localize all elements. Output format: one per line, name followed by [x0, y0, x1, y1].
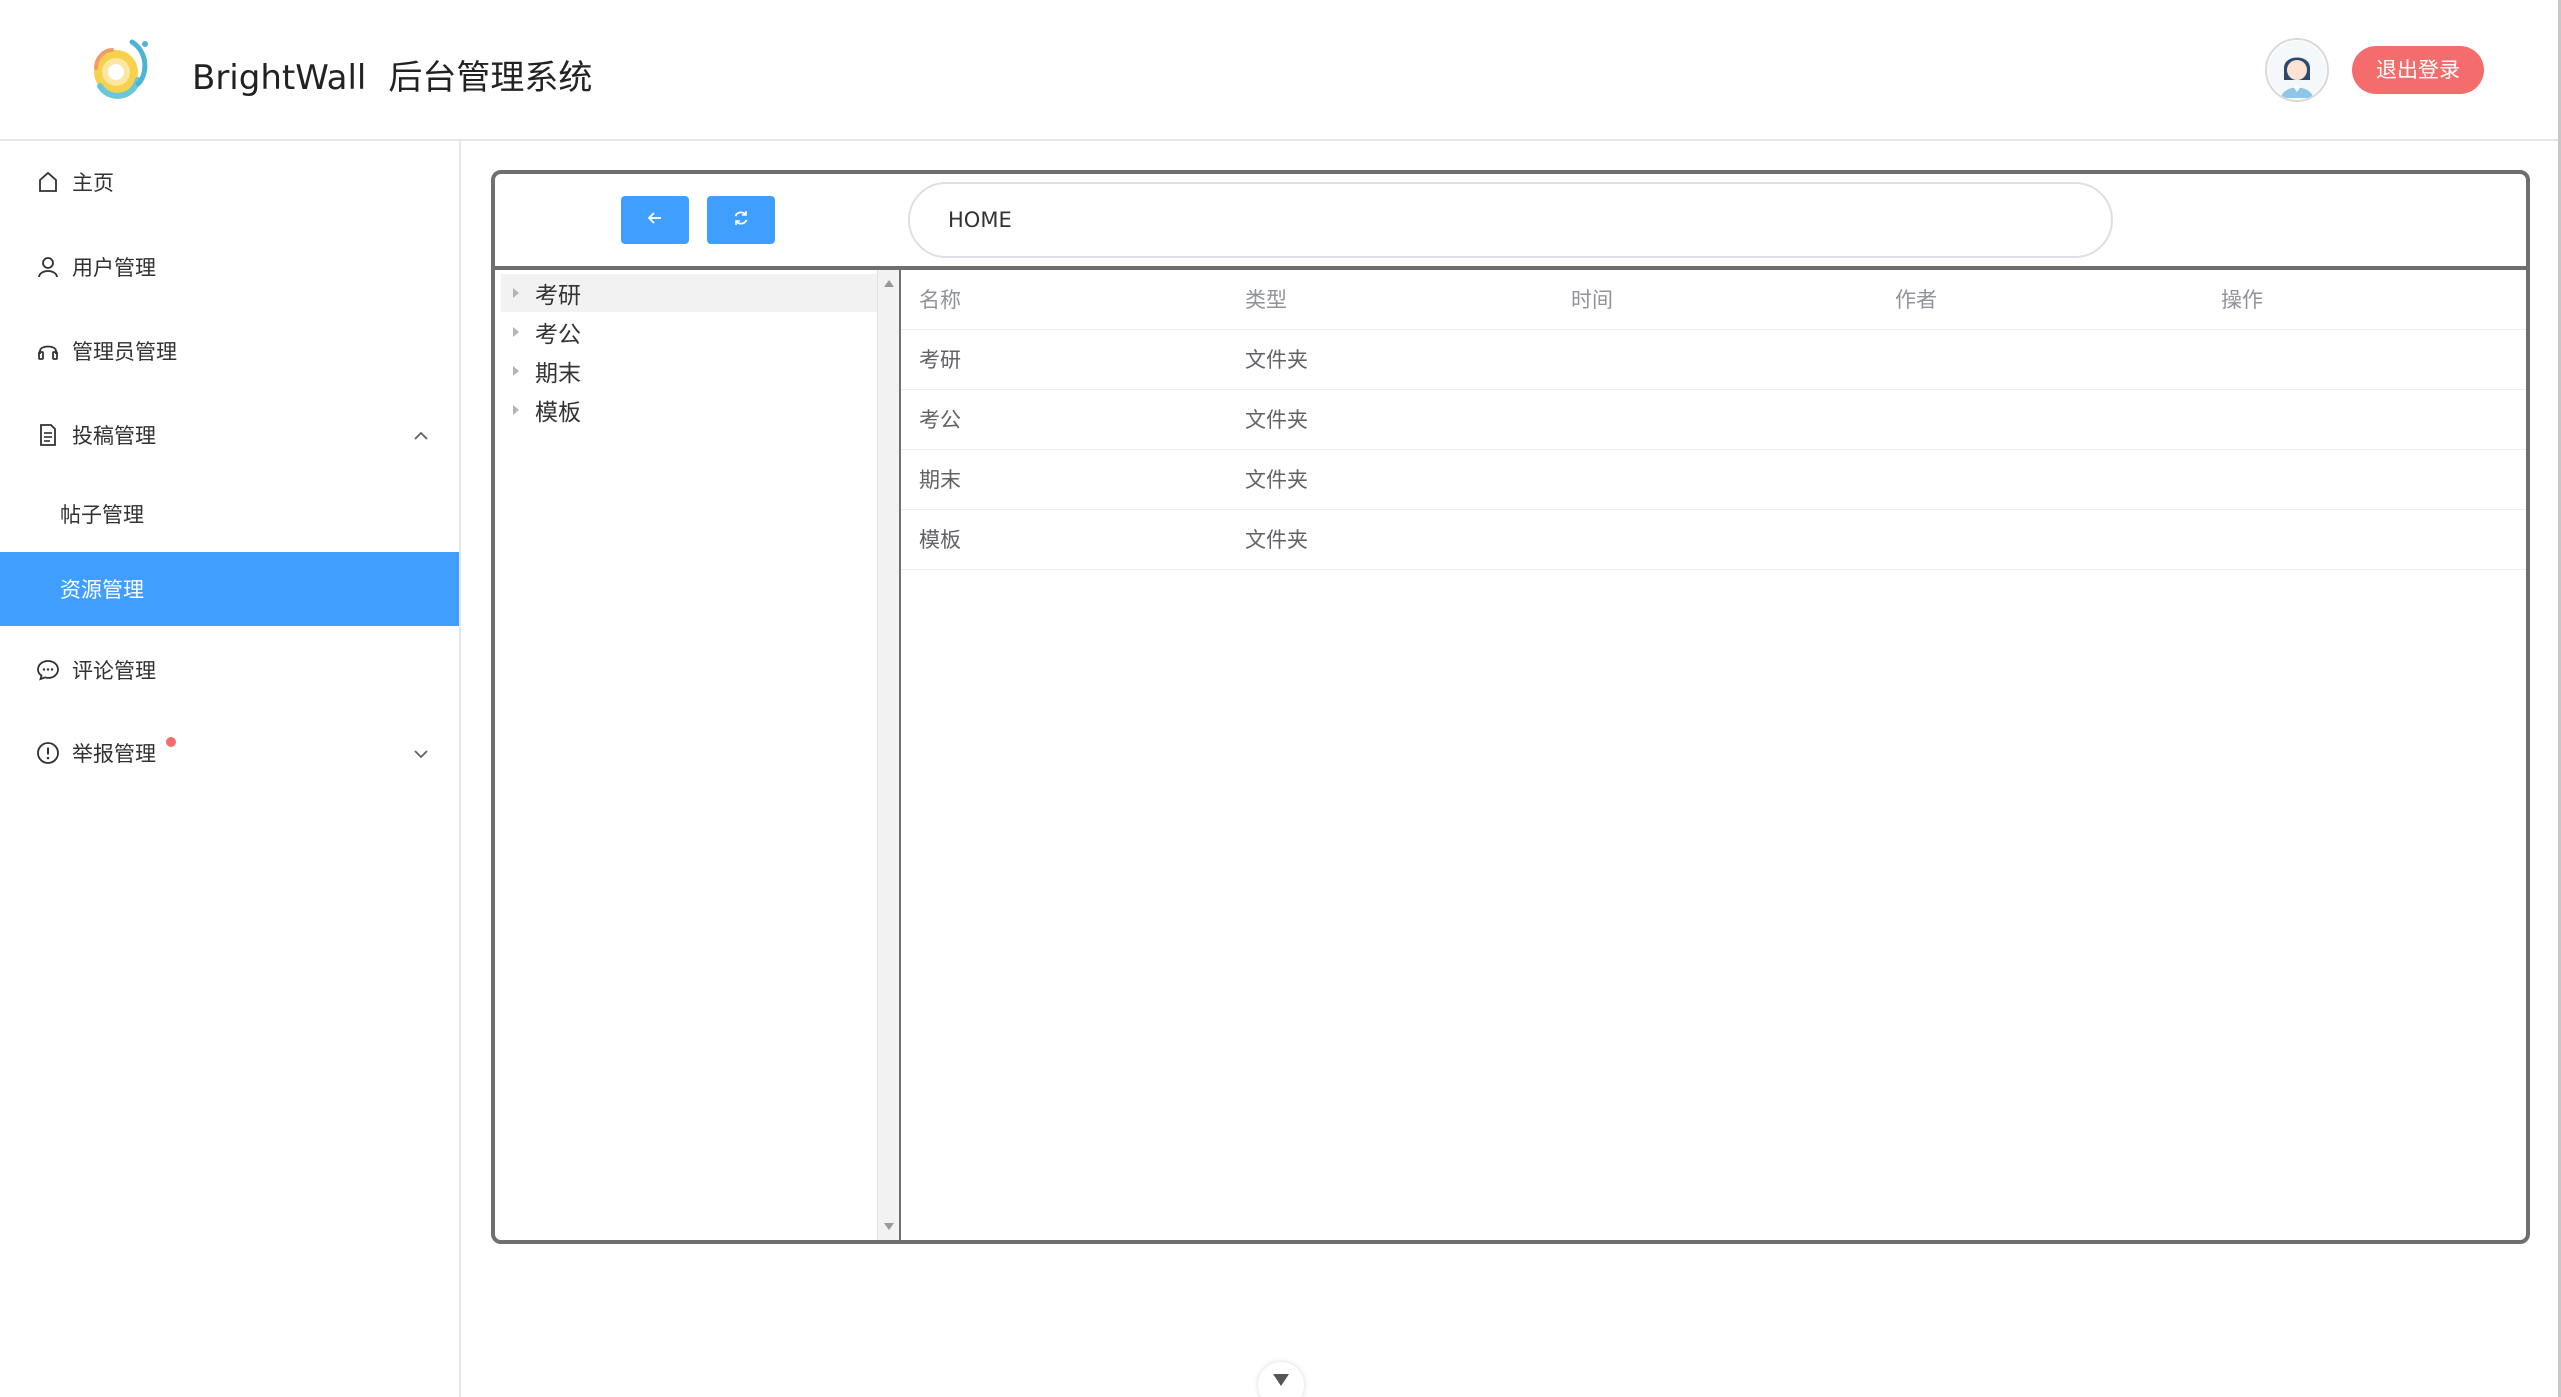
- chevron-up-icon: [412, 426, 430, 444]
- column-header-name: 名称: [919, 288, 961, 312]
- tree-node[interactable]: 考研: [501, 274, 877, 312]
- sidebar-item-label: 主页: [72, 171, 114, 195]
- cell-name: 考公: [919, 408, 961, 432]
- tree-node[interactable]: 考公: [501, 313, 877, 351]
- tree-node-label: 期末: [535, 361, 581, 387]
- caret-right-icon[interactable]: [513, 327, 519, 337]
- sidebar-item-submissions[interactable]: 投稿管理: [0, 397, 459, 473]
- app-header: BrightWall 后台管理系统 退出登录: [0, 0, 2561, 141]
- warning-icon: [36, 741, 60, 765]
- sidebar-subitem-label: 资源管理: [60, 578, 144, 602]
- user-avatar-icon[interactable]: [2265, 38, 2329, 102]
- sidebar-item-users[interactable]: 用户管理: [0, 229, 459, 305]
- notification-badge-dot: [166, 737, 176, 747]
- sidebar-item-label: 管理员管理: [72, 340, 177, 364]
- caret-right-icon[interactable]: [513, 405, 519, 415]
- sidebar-subitem-label: 帖子管理: [60, 503, 144, 527]
- sidebar-subitem-resources[interactable]: 资源管理: [0, 552, 459, 626]
- refresh-icon: [731, 208, 751, 232]
- file-manager-panel: HOME 考研 考公 期末 模板 名称 类型 时间 作者 操作 考研 文件夹 考…: [491, 170, 2530, 1244]
- table-row[interactable]: 模板 文件夹: [901, 510, 2526, 570]
- sidebar-item-home[interactable]: 主页: [0, 144, 459, 220]
- scroll-down-arrow-icon[interactable]: [884, 1223, 894, 1230]
- sidebar-item-label: 举报管理: [72, 742, 156, 766]
- back-button[interactable]: [621, 196, 689, 244]
- app-name: BrightWall: [192, 58, 367, 98]
- tree-node[interactable]: 模板: [501, 391, 877, 429]
- sidebar-subitem-posts[interactable]: 帖子管理: [0, 477, 459, 551]
- column-header-type: 类型: [1245, 288, 1287, 312]
- file-toolbar: HOME: [495, 174, 2526, 270]
- table-row[interactable]: 考公 文件夹: [901, 390, 2526, 450]
- sidebar: 主页 用户管理 管理员管理 投稿管理 帖子管理 资源管理 评论管理 举报管理: [0, 141, 461, 1397]
- cell-type: 文件夹: [1245, 528, 1308, 552]
- column-header-actions: 操作: [2221, 288, 2263, 312]
- app-subtitle: 后台管理系统: [388, 58, 593, 98]
- caret-right-icon[interactable]: [513, 366, 519, 376]
- cell-name: 考研: [919, 348, 961, 372]
- cell-type: 文件夹: [1245, 348, 1308, 372]
- tree-node-label: 考公: [535, 322, 581, 348]
- cell-type: 文件夹: [1245, 408, 1308, 432]
- user-icon: [36, 255, 60, 279]
- headset-icon: [36, 339, 60, 363]
- scroll-up-arrow-icon[interactable]: [884, 280, 894, 287]
- tree-node-label: 考研: [535, 283, 581, 309]
- path-input[interactable]: HOME: [908, 182, 2113, 258]
- tree-scrollbar[interactable]: [877, 270, 899, 1240]
- cell-name: 模板: [919, 528, 961, 552]
- sidebar-item-reports[interactable]: 举报管理: [0, 715, 459, 791]
- column-header-author: 作者: [1895, 288, 1937, 312]
- cell-name: 期末: [919, 468, 961, 492]
- sidebar-item-label: 投稿管理: [72, 424, 156, 448]
- chevron-down-icon: [1273, 1374, 1289, 1386]
- arrow-left-icon: [645, 208, 665, 232]
- column-header-time: 时间: [1571, 288, 1613, 312]
- tree-node-label: 模板: [535, 400, 581, 426]
- file-table: 名称 类型 时间 作者 操作 考研 文件夹 考公 文件夹 期末 文件夹 模板 文…: [899, 270, 2526, 1240]
- sidebar-item-admins[interactable]: 管理员管理: [0, 313, 459, 389]
- document-icon: [36, 423, 60, 447]
- home-icon: [36, 170, 60, 194]
- logout-button[interactable]: 退出登录: [2352, 46, 2484, 94]
- tree-node[interactable]: 期末: [501, 352, 877, 390]
- table-row[interactable]: 考研 文件夹: [901, 330, 2526, 390]
- table-header-row: 名称 类型 时间 作者 操作: [901, 270, 2526, 330]
- brightwall-logo-icon[interactable]: [82, 30, 162, 110]
- sidebar-item-comments[interactable]: 评论管理: [0, 632, 459, 708]
- sidebar-item-label: 评论管理: [72, 659, 156, 683]
- refresh-button[interactable]: [707, 196, 775, 244]
- chat-icon: [36, 658, 60, 682]
- caret-right-icon[interactable]: [513, 288, 519, 298]
- cell-type: 文件夹: [1245, 468, 1308, 492]
- sidebar-item-label: 用户管理: [72, 256, 156, 280]
- folder-tree: 考研 考公 期末 模板: [495, 270, 899, 1240]
- table-row[interactable]: 期末 文件夹: [901, 450, 2526, 510]
- chevron-down-icon: [412, 744, 430, 762]
- app-title: BrightWall 后台管理系统: [192, 50, 592, 99]
- scroll-down-toggle-button[interactable]: [1258, 1362, 1304, 1397]
